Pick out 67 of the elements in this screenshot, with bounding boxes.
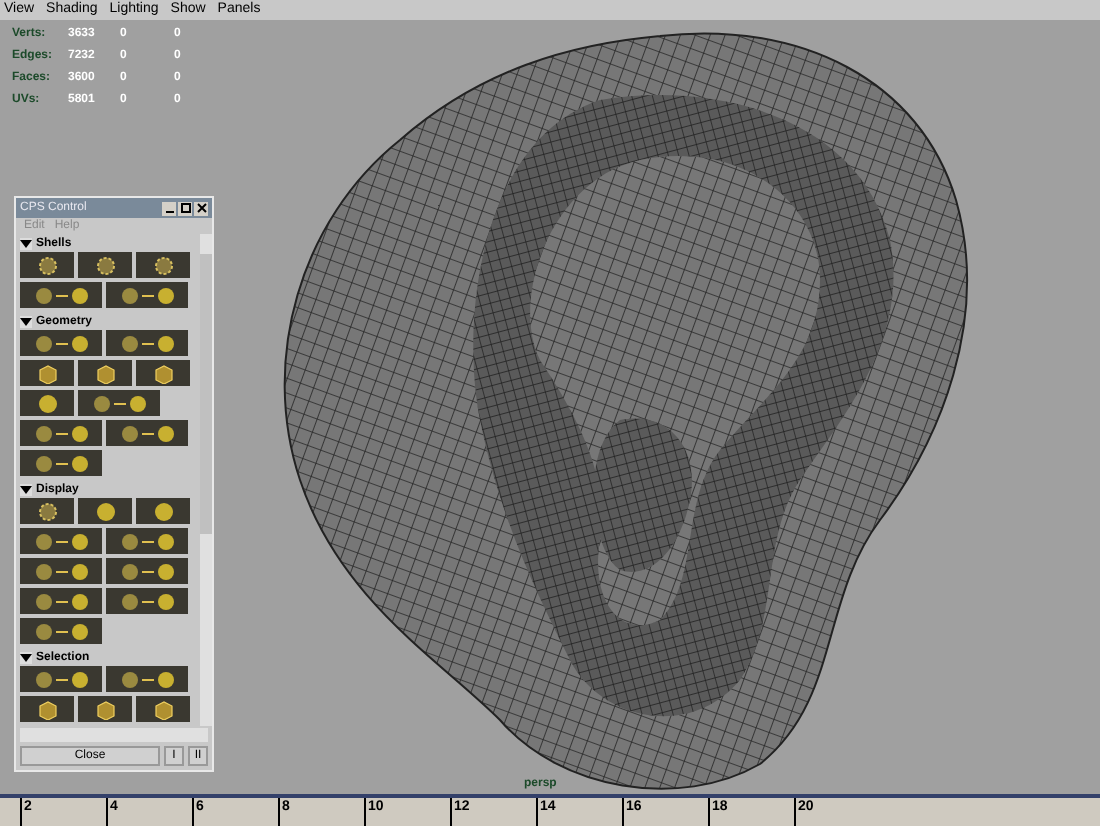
spheres-arrow-icon [31,285,91,305]
tool-button[interactable] [20,618,102,644]
tool-button[interactable] [20,390,74,416]
spheres-arrow-icon [31,423,91,443]
tool-button[interactable] [78,696,132,722]
tool-button[interactable] [78,360,132,386]
tool-button[interactable] [20,360,74,386]
maximize-button[interactable] [178,201,192,215]
minimize-button[interactable] [162,201,176,215]
tool-button[interactable] [78,252,132,278]
tool-button[interactable] [20,420,102,446]
spheres-arrow-icon [31,669,91,689]
cube-icon [153,699,173,719]
spheres-arrow-icon [117,561,177,581]
spheres-arrow-icon [89,393,149,413]
spheres-arrow-icon [31,531,91,551]
spheres-arrow-icon [31,333,91,353]
tool-button[interactable] [20,558,102,584]
sphere-icon [153,501,173,521]
tool-button[interactable] [136,360,190,386]
tool-button[interactable] [20,450,102,476]
spheres-arrow-icon [117,531,177,551]
sphere-icon [95,501,115,521]
tool-button[interactable] [106,282,188,308]
tool-button[interactable] [106,558,188,584]
tool-button[interactable] [106,330,188,356]
cube-icon [95,699,115,719]
close-button[interactable] [194,201,208,215]
close-icon [195,202,207,214]
spheres-arrow-icon [31,591,91,611]
spheres-arrow-icon [117,423,177,443]
horizontal-scrollbar[interactable] [20,728,208,742]
spheres-arrow-icon [31,453,91,473]
tool-button[interactable] [106,666,188,692]
scrollbar[interactable] [200,234,212,726]
cube-icon [153,363,173,383]
tool-button[interactable] [78,390,160,416]
tool-button[interactable] [106,588,188,614]
tool-button[interactable] [20,498,74,524]
tool-button[interactable] [20,696,74,722]
tool-button[interactable] [106,420,188,446]
tool-button[interactable] [20,666,102,692]
cube-icon [37,699,57,719]
tool-button[interactable] [136,696,190,722]
cube-icon [95,363,115,383]
tool-button[interactable] [20,330,102,356]
triangle-icon [20,315,32,327]
tool-button[interactable] [136,498,190,524]
spheres-arrow-icon [117,591,177,611]
tool-button[interactable] [20,252,74,278]
spheres-arrow-icon [117,285,177,305]
tool-button[interactable] [20,588,102,614]
spheres-arrow-icon [117,333,177,353]
tool-button[interactable] [20,282,102,308]
triangle-icon [20,651,32,663]
tool-button[interactable] [78,498,132,524]
maximize-icon [179,202,191,214]
tool-button[interactable] [136,252,190,278]
triangle-icon [20,237,32,249]
tool-button[interactable] [20,528,102,554]
cube-icon [37,363,57,383]
spheres-arrow-icon [117,669,177,689]
sphere-icon [37,393,57,413]
tool-button[interactable] [106,528,188,554]
spheres-arrow-icon [31,561,91,581]
triangle-icon [20,483,32,495]
spheres-arrow-icon [31,621,91,641]
